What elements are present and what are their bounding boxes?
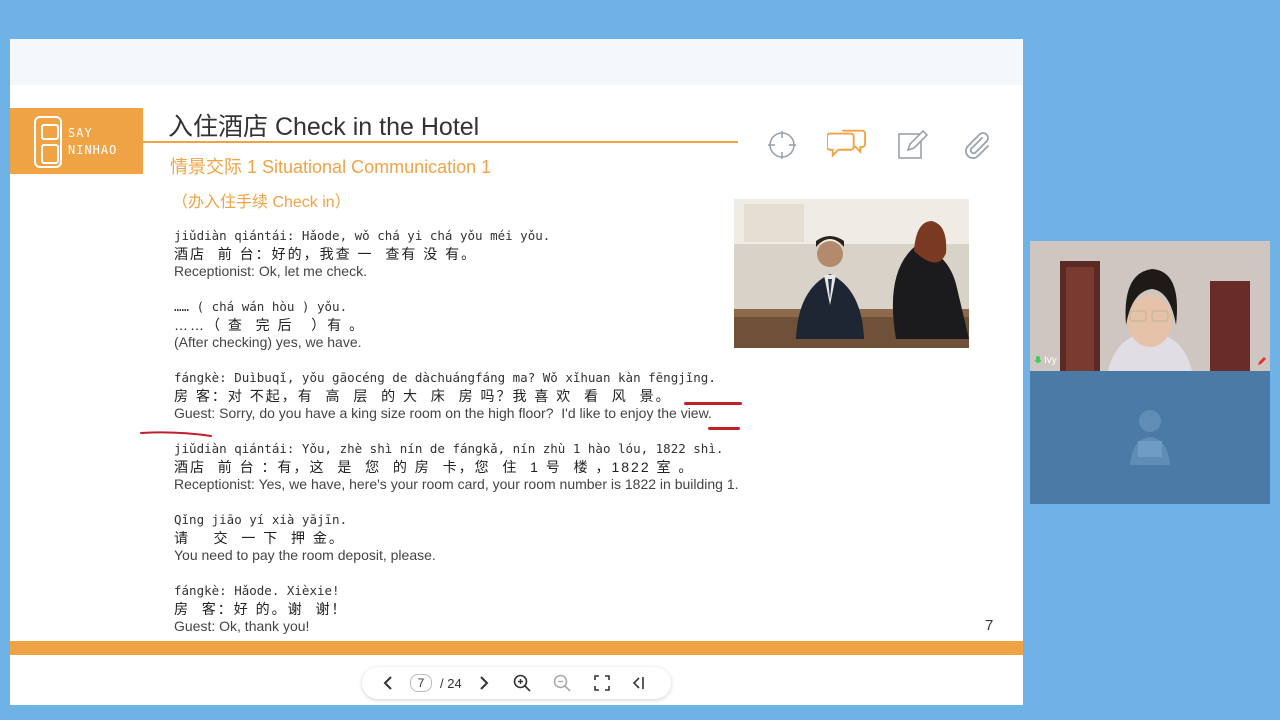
slide-section-label: （办入住手续 Check in） xyxy=(172,194,351,211)
chat-bubbles-icon[interactable] xyxy=(827,125,867,165)
participant-video: Ivy xyxy=(1030,241,1270,371)
pinyin-line: jiǔdiàn qiántái: Hǎode, wǒ chá yi chá yǒ… xyxy=(174,228,551,243)
slide-page-number: 7 xyxy=(985,617,994,634)
participant-name-label: Ivy xyxy=(1034,355,1057,366)
dialog-content: jiǔdiàn qiántái: Hǎode, wǒ chá yi chá yǒ… xyxy=(174,227,784,653)
pencil-icon[interactable] xyxy=(1257,356,1267,366)
logo-line-1: SAY xyxy=(68,126,93,140)
previous-page-button[interactable] xyxy=(378,673,398,693)
page-number-input[interactable] xyxy=(410,674,432,692)
pinyin-line: Qǐng jiāo yí xià yājīn. xyxy=(174,512,348,527)
slide-subtitle: 情景交际 1 Situational Communication 1 xyxy=(170,157,492,177)
page-navigation: / 24 xyxy=(362,667,671,699)
hanzi-line: 房 客：好 的。谢 谢！ xyxy=(174,601,348,617)
hanzi-line: 酒店 前 台 ：有，这 是 您 的 房 卡，您 住 1 号 楼 ，1822 室 … xyxy=(174,459,695,475)
slide-bottom-bar xyxy=(10,641,1023,655)
pinyin-line: fángkè: Hǎode. Xièxie! xyxy=(174,583,340,598)
dialog-block: fángkè: Hǎode. Xièxie! 房 客：好 的。谢 谢！ Gues… xyxy=(174,582,784,635)
english-line: Guest: Sorry, do you have a king size ro… xyxy=(174,405,712,421)
hanzi-line: 酒店 前 台：好的，我查 一 查有 没 有。 xyxy=(174,246,478,262)
crosshair-icon[interactable] xyxy=(762,125,802,165)
annotation-underline xyxy=(708,427,740,430)
english-line: Guest: Ok, thank you! xyxy=(174,618,310,634)
pinyin-line: …… ( chá wán hòu ) yǒu. xyxy=(174,299,348,314)
annotation-underline xyxy=(684,402,742,405)
pinyin-line: fángkè: Duìbuqǐ, yǒu gāocéng de dàchuáng… xyxy=(174,370,716,385)
english-line: (After checking) yes, we have. xyxy=(174,334,362,350)
participant-name: Ivy xyxy=(1044,355,1057,366)
next-page-button[interactable] xyxy=(474,673,494,693)
student-avatar-icon xyxy=(1130,410,1170,465)
title-rule xyxy=(143,141,738,143)
brand-logo: SAY NINHAO xyxy=(10,108,143,174)
english-line: Receptionist: Ok, let me check. xyxy=(174,263,367,279)
slide-title: 入住酒店 Check in the Hotel xyxy=(168,113,480,141)
collapse-panel-button[interactable] xyxy=(628,673,648,693)
dialog-block: jiǔdiàn qiántái: Yǒu, zhè shì nín de fán… xyxy=(174,440,784,493)
annotation-toolbar xyxy=(762,125,997,165)
english-line: You need to pay the room deposit, please… xyxy=(174,547,436,563)
english-line: Receptionist: Yes, we have, here's your … xyxy=(174,476,739,492)
hanzi-line: ……（ 查 完 后 ）有 。 xyxy=(174,317,366,333)
logo-line-2: NINHAO xyxy=(68,143,118,157)
slide-card: SAY NINHAO 入住酒店 Check in the Hotel 情景交际 … xyxy=(10,39,1023,705)
microphone-icon xyxy=(1034,355,1042,363)
zoom-out-button[interactable] xyxy=(552,673,572,693)
paperclip-icon[interactable] xyxy=(957,125,997,165)
annotation-stroke xyxy=(140,431,212,437)
page-total: / 24 xyxy=(440,675,462,691)
dialog-block: jiǔdiàn qiántái: Hǎode, wǒ chá yi chá yǒ… xyxy=(174,227,784,280)
slide-topbar xyxy=(10,39,1023,85)
video-panel: Ivy xyxy=(1030,241,1270,504)
logo-text: SAY NINHAO xyxy=(68,125,117,159)
zoom-in-button[interactable] xyxy=(512,673,532,693)
pinyin-line: jiǔdiàn qiántái: Yǒu, zhè shì nín de fán… xyxy=(174,441,724,456)
edit-icon[interactable] xyxy=(892,125,932,165)
hanzi-line: 请 交 一 下 押 金。 xyxy=(174,530,345,546)
empty-video-slot xyxy=(1030,371,1270,504)
dialog-block: …… ( chá wán hòu ) yǒu. ……（ 查 完 后 ）有 。 (… xyxy=(174,298,784,351)
fullscreen-button[interactable] xyxy=(592,673,612,693)
dialog-block: fángkè: Duìbuqǐ, yǒu gāocéng de dàchuáng… xyxy=(174,369,784,422)
logo-mark xyxy=(34,116,62,168)
dialog-block: Qǐng jiāo yí xià yājīn. 请 交 一 下 押 金。 You… xyxy=(174,511,784,564)
